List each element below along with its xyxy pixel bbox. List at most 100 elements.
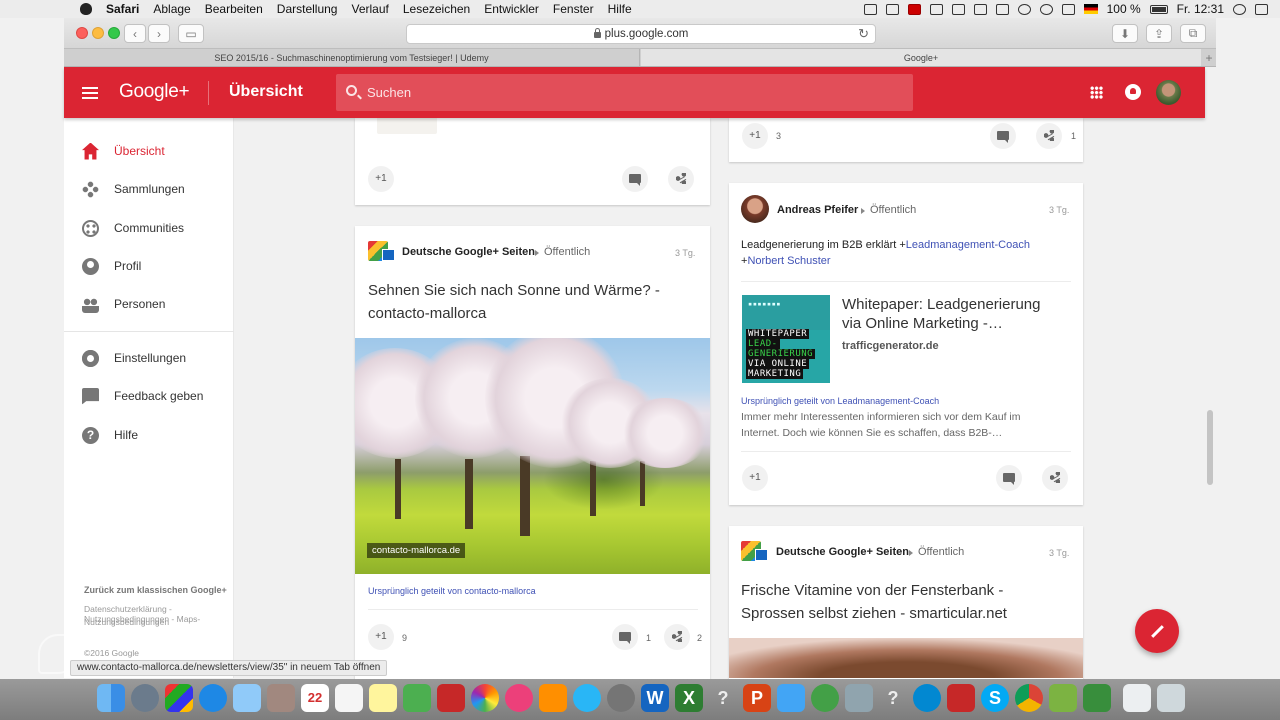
- word-icon[interactable]: W: [641, 684, 669, 712]
- clock[interactable]: Fr. 12:31: [1177, 2, 1224, 16]
- post-author[interactable]: Deutsche Google+ Seiten: [402, 246, 535, 258]
- address-bar[interactable]: plus.google.com ↻: [406, 24, 876, 44]
- post-photo-blossom-trees[interactable]: contacto-mallorca.de: [355, 338, 710, 574]
- menu-bearbeiten[interactable]: Bearbeiten: [205, 2, 263, 16]
- system-preferences-icon[interactable]: [607, 684, 635, 712]
- photo-booth-icon[interactable]: [437, 684, 465, 712]
- link-domain[interactable]: trafficgenerator.de: [842, 340, 939, 352]
- network-app-icon[interactable]: [811, 684, 839, 712]
- link-title-line-1[interactable]: Whitepaper: Leadgenerierung: [842, 295, 1040, 314]
- comment-icon[interactable]: [612, 624, 638, 650]
- german-flag-icon[interactable]: [1083, 4, 1098, 14]
- powerpoint-icon[interactable]: P: [743, 684, 771, 712]
- tray-sync-icon[interactable]: [951, 3, 965, 15]
- messenger-icon[interactable]: [777, 684, 805, 712]
- photo-source-label[interactable]: contacto-mallorca.de: [367, 543, 466, 558]
- comment-icon[interactable]: [622, 166, 648, 192]
- menu-icon[interactable]: [82, 87, 98, 99]
- footer-links-line-2[interactable]: Nutzungsbedingungen: [84, 617, 169, 627]
- tab-google-plus[interactable]: Google+: [641, 49, 1201, 66]
- zoom-window-button[interactable]: [108, 27, 120, 39]
- tray-dropbox-icon[interactable]: [973, 3, 987, 15]
- sidebar-item-feedback[interactable]: Feedback geben: [64, 377, 234, 415]
- page-avatar[interactable]: [368, 241, 395, 263]
- trash-icon[interactable]: [1157, 684, 1185, 712]
- share-icon[interactable]: [664, 624, 690, 650]
- camtasia-icon[interactable]: [1083, 684, 1111, 712]
- post-time[interactable]: 3 Tg.: [1049, 205, 1069, 215]
- sidebar-toggle-button[interactable]: ▭: [178, 24, 204, 43]
- launchpad-icon[interactable]: [131, 684, 159, 712]
- notification-center-icon[interactable]: [1255, 3, 1268, 15]
- shared-from-link[interactable]: Ursprünglich geteilt von contacto-mallor…: [368, 586, 536, 596]
- page-scrollbar[interactable]: [1207, 410, 1213, 485]
- menu-entwickler[interactable]: Entwickler: [484, 2, 539, 16]
- menu-fenster[interactable]: Fenster: [553, 2, 594, 16]
- comment-icon[interactable]: [996, 465, 1022, 491]
- mention-link[interactable]: Leadmanagement-Coach: [906, 239, 1030, 251]
- compose-post-button[interactable]: [1135, 609, 1179, 653]
- share-icon[interactable]: [1042, 465, 1068, 491]
- mission-control-icon[interactable]: [165, 684, 193, 712]
- plus-one-button[interactable]: +1: [368, 624, 394, 650]
- skype-icon[interactable]: S: [981, 684, 1009, 712]
- sidebar-item-sammlungen[interactable]: Sammlungen: [64, 170, 234, 208]
- sidebar-item-personen[interactable]: Personen: [64, 285, 234, 323]
- post-time[interactable]: 3 Tg.: [675, 248, 695, 258]
- sidebar-item-profil[interactable]: Profil: [64, 247, 234, 285]
- classic-google-plus-link[interactable]: Zurück zum klassischen Google+: [84, 585, 227, 595]
- gplus-logo[interactable]: Google+: [119, 81, 190, 103]
- sidebar-item-einstellungen[interactable]: Einstellungen: [64, 339, 234, 377]
- apps-grid-icon[interactable]: [1090, 86, 1103, 99]
- preview-icon[interactable]: [233, 684, 261, 712]
- teamviewer-icon[interactable]: [913, 684, 941, 712]
- apple-icon[interactable]: [80, 3, 92, 15]
- safari-icon[interactable]: [199, 684, 227, 712]
- app-store-icon[interactable]: [573, 684, 601, 712]
- page-avatar[interactable]: [741, 541, 768, 563]
- unknown-app-icon-2[interactable]: ?: [879, 684, 907, 712]
- plus-one-button[interactable]: +1: [742, 465, 768, 491]
- minimize-window-button[interactable]: [92, 27, 104, 39]
- menu-verlauf[interactable]: Verlauf: [351, 2, 388, 16]
- unknown-app-icon[interactable]: ?: [709, 684, 737, 712]
- time-machine-icon[interactable]: [1017, 3, 1031, 15]
- post-time[interactable]: 3 Tg.: [1049, 548, 1069, 558]
- close-window-button[interactable]: [76, 27, 88, 39]
- post-photo-sprouts[interactable]: [729, 638, 1083, 678]
- comment-icon[interactable]: [990, 123, 1016, 149]
- tab-udemy[interactable]: SEO 2015/16 - Suchmaschinenoptimierung v…: [64, 49, 640, 66]
- forward-button[interactable]: ›: [148, 24, 170, 43]
- share-toolbar-button[interactable]: ⇪: [1146, 24, 1172, 43]
- tray-app-icon[interactable]: [863, 3, 877, 15]
- battery-icon[interactable]: [1149, 4, 1168, 14]
- menu-ablage[interactable]: Ablage: [153, 2, 190, 16]
- excel-icon[interactable]: X: [675, 684, 703, 712]
- chrome-icon[interactable]: [1015, 684, 1043, 712]
- finder-icon[interactable]: [97, 684, 125, 712]
- downloads-button[interactable]: ⬇: [1112, 24, 1138, 43]
- spotlight-icon[interactable]: [1233, 3, 1246, 15]
- mention-link[interactable]: Norbert Schuster: [747, 255, 830, 267]
- notifications-icon[interactable]: [1125, 84, 1141, 100]
- acrobat-icon[interactable]: [947, 684, 975, 712]
- itunes-icon[interactable]: [505, 684, 533, 712]
- link-thumbnail-whitepaper[interactable]: ▪▪▪▪▪▪▪ WHITEPAPER LEAD- GENERIERUNG VIA…: [742, 295, 830, 383]
- menu-app-safari[interactable]: Safari: [106, 2, 139, 16]
- volume-icon[interactable]: [1061, 3, 1075, 15]
- post-author[interactable]: Deutsche Google+ Seiten: [776, 546, 909, 558]
- link-title-line-2[interactable]: via Online Marketing -…: [842, 314, 1003, 333]
- search-box[interactable]: [336, 74, 913, 111]
- contacts-icon[interactable]: [267, 684, 295, 712]
- filezilla-icon[interactable]: [1049, 684, 1077, 712]
- post-author[interactable]: Andreas Pfeifer: [777, 204, 858, 216]
- wifi-icon[interactable]: [1039, 3, 1053, 15]
- stickies-icon[interactable]: [369, 684, 397, 712]
- photos-icon[interactable]: [471, 684, 499, 712]
- plus-one-button[interactable]: +1: [742, 123, 768, 149]
- search-input[interactable]: [367, 74, 897, 111]
- tray-skype-icon[interactable]: [929, 3, 943, 15]
- sidebar-item-uebersicht[interactable]: Übersicht: [64, 132, 234, 170]
- shared-from-link[interactable]: Ursprünglich geteilt von Leadmanagement-…: [741, 396, 939, 406]
- author-avatar[interactable]: [741, 195, 769, 223]
